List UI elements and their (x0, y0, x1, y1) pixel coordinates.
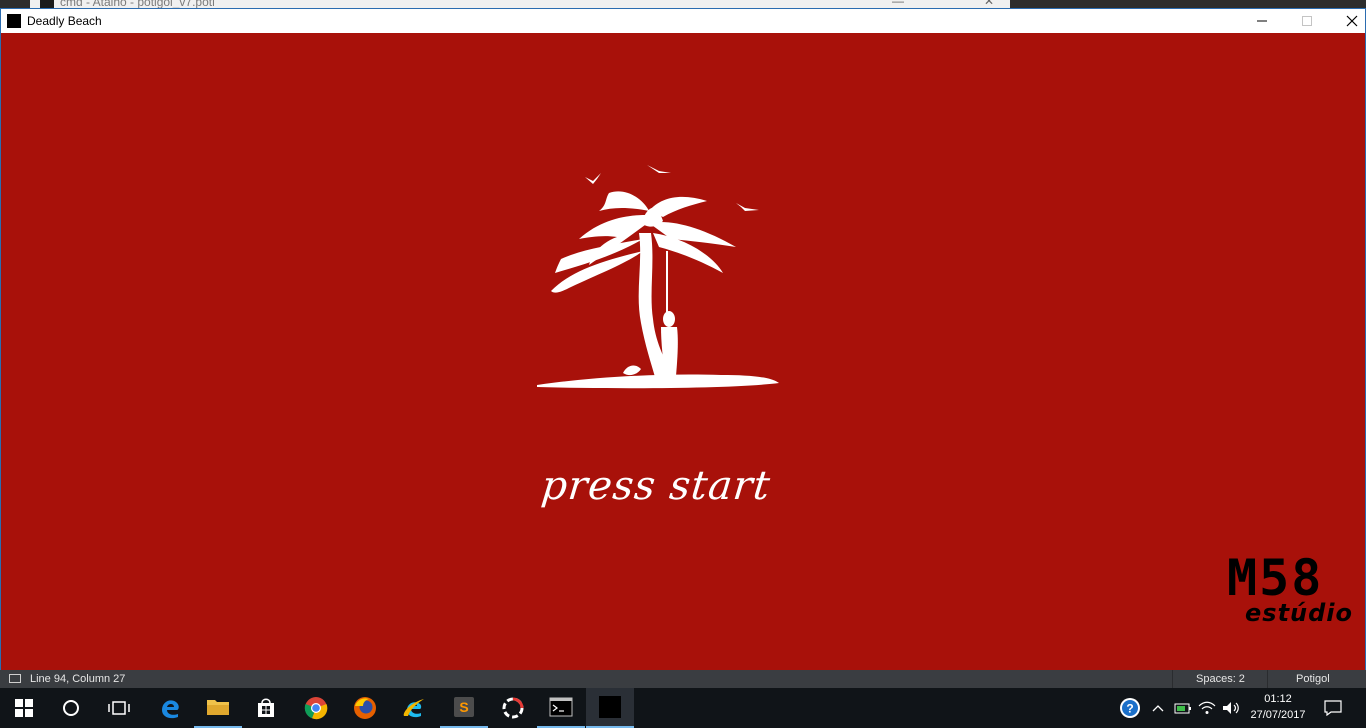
cmd-window-icon (40, 0, 54, 8)
wifi-tray-button[interactable] (1196, 688, 1218, 728)
store-button[interactable] (242, 688, 290, 728)
game-window-button[interactable] (586, 688, 634, 728)
store-icon (258, 698, 274, 717)
palm-tree-logo (537, 165, 779, 389)
cmd-button[interactable] (537, 688, 585, 728)
file-explorer-button[interactable] (194, 688, 242, 728)
indentation-setting[interactable]: Spaces: 2 (1196, 673, 1245, 685)
svg-text:S: S (459, 699, 468, 715)
divider (1267, 670, 1268, 688)
file-explorer-icon (207, 700, 229, 715)
battery-tray-button[interactable] (1172, 688, 1194, 728)
window-titlebar[interactable]: Deadly Beach (1, 9, 1365, 33)
syntax-setting[interactable]: Potigol (1296, 673, 1330, 685)
studio-logo-subtitle: estúdio (1245, 599, 1354, 627)
clock[interactable]: 01:12 27/07/2017 (1240, 691, 1316, 723)
help-icon: ? (1120, 698, 1140, 718)
close-button[interactable] (1329, 9, 1366, 33)
cortana-button[interactable] (47, 688, 95, 728)
show-hidden-icons-button[interactable] (1148, 688, 1168, 728)
cmd-icon (549, 697, 573, 717)
cursor-position: Line 94, Column 27 (30, 673, 126, 685)
edge-button[interactable] (146, 688, 194, 728)
app-icon (7, 14, 21, 28)
volume-tray-button[interactable] (1220, 688, 1242, 728)
chrome-button[interactable] (292, 688, 340, 728)
maximize-button[interactable] (1284, 9, 1330, 33)
sublime-text-button[interactable]: S (440, 688, 488, 728)
press-start-prompt[interactable]: press start (534, 463, 779, 509)
task-view-button[interactable] (95, 688, 143, 728)
task-view-icon (108, 701, 130, 715)
studio-logo: M58 estúdio (1225, 555, 1366, 635)
minimize-icon[interactable]: — (892, 0, 904, 8)
firefox-button[interactable] (341, 688, 389, 728)
internet-explorer-button[interactable] (390, 688, 438, 728)
volume-icon (1223, 702, 1239, 714)
app-button[interactable] (489, 688, 537, 728)
svg-text:?: ? (1126, 702, 1133, 716)
app-icon (502, 697, 524, 719)
window-title: Deadly Beach (27, 14, 102, 28)
panel-toggle-icon[interactable] (9, 674, 21, 683)
help-tray-button[interactable]: ? (1116, 688, 1144, 728)
start-icon (15, 699, 33, 717)
internet-explorer-icon (403, 699, 424, 718)
game-window: Deadly Beach press start M58 estúdio (0, 8, 1366, 671)
notification-icon (1324, 700, 1342, 716)
edge-icon (162, 700, 179, 719)
close-icon (1346, 15, 1358, 27)
close-icon[interactable]: ✕ (984, 0, 994, 8)
chrome-icon (304, 697, 328, 720)
taskbar: S ? 01:12 27/07/2017 (0, 688, 1366, 728)
sublime-text-icon: S (454, 697, 474, 717)
battery-icon (1174, 703, 1191, 714)
maximize-icon (1302, 16, 1312, 26)
divider (1172, 670, 1173, 688)
minimize-button[interactable] (1239, 9, 1285, 33)
start-button[interactable] (0, 688, 48, 728)
editor-status-bar: Line 94, Column 27 Spaces: 2 Potigol (0, 670, 1366, 688)
game-canvas[interactable]: press start M58 estúdio (1, 33, 1365, 671)
chevron-up-icon (1152, 705, 1164, 712)
game-window-icon (599, 696, 621, 718)
action-center-button[interactable] (1320, 688, 1346, 728)
wifi-icon (1198, 701, 1216, 714)
clock-time: 01:12 (1264, 693, 1292, 705)
cortana-icon (63, 700, 79, 716)
clock-date: 27/07/2017 (1250, 709, 1306, 721)
minimize-icon (1257, 20, 1267, 22)
firefox-icon (354, 697, 376, 719)
